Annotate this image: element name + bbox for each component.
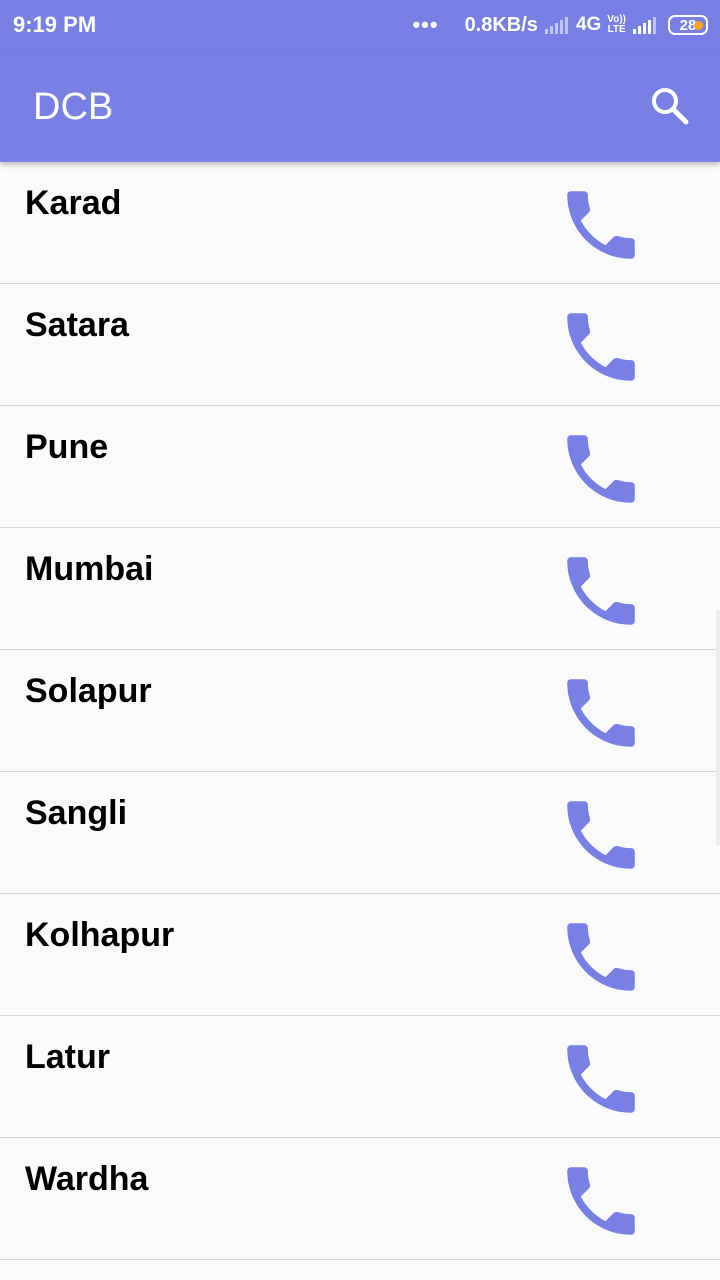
volte-bottom: LTE [607, 24, 626, 35]
list-item-label: Wardha [25, 1160, 149, 1198]
list-item-wardha[interactable]: Wardha [0, 1138, 720, 1260]
list-item-label: Satara [25, 306, 129, 344]
phone-icon[interactable] [556, 302, 646, 392]
volte-icon: Vo)) LTE [607, 15, 626, 35]
status-bar: 9:19 PM ••• 0.8KB/s 4G Vo)) LTE 28 [0, 0, 720, 50]
app-title: DCB [33, 86, 114, 128]
list-item-satara[interactable]: Satara [0, 284, 720, 406]
phone-icon[interactable] [556, 1156, 646, 1246]
battery-charging-dot [694, 21, 703, 30]
list-item-latur[interactable]: Latur [0, 1016, 720, 1138]
phone-icon[interactable] [556, 546, 646, 636]
list-item-label: Sangli [25, 794, 128, 832]
more-notifications-icon: ••• [412, 12, 439, 37]
list-item-label: Solapur [25, 672, 152, 710]
phone-icon[interactable] [556, 424, 646, 514]
status-icons: ••• 0.8KB/s 4G Vo)) LTE 28 [412, 10, 708, 40]
search-icon[interactable] [648, 84, 692, 128]
status-time: 9:19 PM [13, 12, 97, 37]
app-bar: DCB [0, 50, 720, 162]
list-item-label: Mumbai [25, 550, 154, 588]
signal-icon [544, 15, 570, 35]
phone-icon[interactable] [556, 1034, 646, 1124]
list-item-mumbai[interactable]: Mumbai [0, 528, 720, 650]
list-item-sangli[interactable]: Sangli [0, 772, 720, 894]
signal-icon [632, 15, 658, 35]
phone-icon[interactable] [556, 180, 646, 270]
phone-icon[interactable] [556, 790, 646, 880]
list-item-label: Kolhapur [25, 916, 175, 954]
phone-icon[interactable] [556, 668, 646, 758]
contact-list: Karad Satara Pune Mumbai Solapur Sangli … [0, 162, 720, 1260]
list-item-label: Karad [25, 184, 122, 222]
list-item-kolhapur[interactable]: Kolhapur [0, 894, 720, 1016]
scroll-indicator [716, 610, 720, 845]
network-speed: 0.8KB/s [464, 13, 538, 36]
list-item-label: Latur [25, 1038, 110, 1076]
list-item-pune[interactable]: Pune [0, 406, 720, 528]
list-item-karad[interactable]: Karad [0, 162, 720, 284]
list-item-solapur[interactable]: Solapur [0, 650, 720, 772]
phone-icon[interactable] [556, 912, 646, 1002]
list-item-label: Pune [25, 428, 109, 466]
network-type: 4G [575, 14, 602, 35]
battery-icon: 28 [668, 15, 708, 35]
